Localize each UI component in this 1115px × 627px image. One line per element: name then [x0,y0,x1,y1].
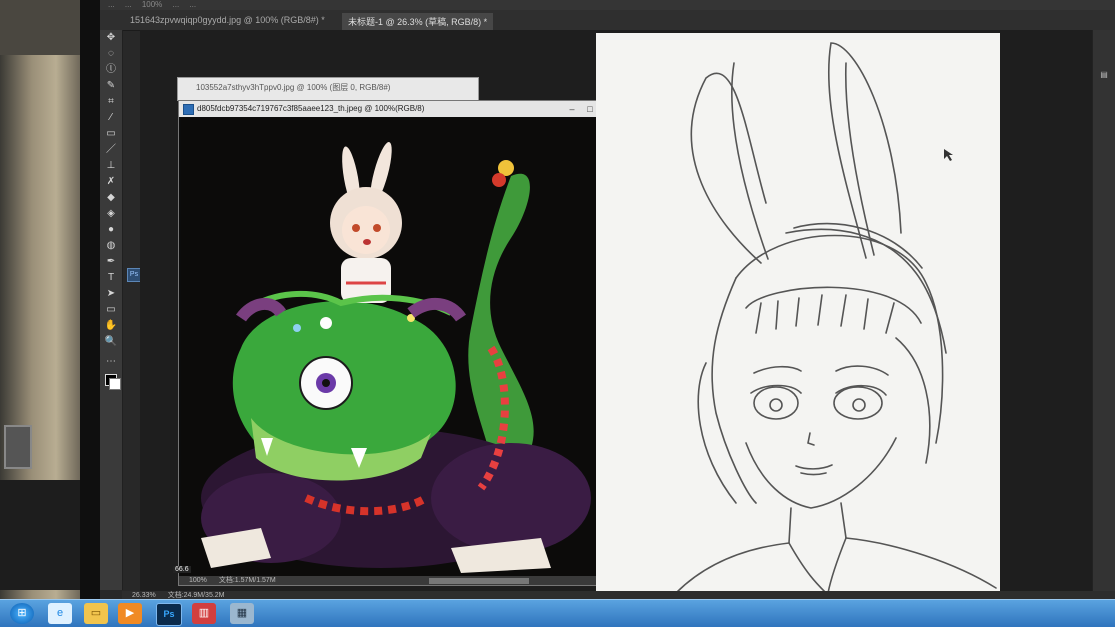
option-item[interactable]: ... [108,0,115,9]
minimize-icon[interactable]: – [565,101,579,117]
desk-top [0,0,80,55]
option-item[interactable]: ... [125,0,132,9]
shape-tool-icon[interactable]: ▭ [100,302,122,318]
crop-tool-icon[interactable]: ⌗ [100,94,122,110]
monitor-bezel [80,0,102,627]
desk-left [0,0,80,627]
start-button-icon[interactable]: ⊞ [10,603,34,624]
windows-taskbar: ⊞ e ▭ ▶ Ps ▥ ▦ [0,599,1115,627]
pen-tool-icon[interactable]: ✒ [100,254,122,270]
window-title: d805fdcb97354c719767c3f85aaee123_th.jpeg… [197,104,425,113]
desk-dark [0,480,80,590]
reference-image-window[interactable]: d805fdcb97354c719767c3f85aaee123_th.jpeg… [173,100,628,586]
app-icon[interactable]: ▥ [192,603,216,624]
back-window-title: 103552a7sthyv3hTppv0.jpg @ 100% (图层 0, R… [196,83,391,92]
type-tool-icon[interactable]: T [100,270,122,286]
pencil-sketch-bunny-girl [596,33,1000,593]
healing-tool-icon[interactable]: ▭ [100,126,122,142]
reference-artwork [181,118,605,576]
background-color-swatch[interactable] [109,378,121,390]
desk-port [4,425,32,469]
eraser-tool-icon[interactable]: ◆ [100,190,122,206]
window-zoom-value[interactable]: 100% [189,577,207,584]
ps-panel-icon[interactable]: Ps [127,268,141,282]
quick-select-tool-icon[interactable]: ✎ [100,78,122,94]
blur-tool-icon[interactable]: ● [100,222,122,238]
options-bar: ... ... 100% ... ... [100,0,1115,10]
media-player-icon[interactable]: ▶ [118,603,142,624]
photoshop-screen: ... ... 100% ... ... 151643zpvwqiqp0gyyd… [100,0,1115,627]
sketch-canvas[interactable] [596,33,1000,593]
history-brush-icon[interactable]: ✗ [100,174,122,190]
side-zoom-label: 66.6 [173,566,191,573]
file-explorer-icon[interactable]: ▭ [84,603,108,624]
internet-explorer-icon[interactable]: e [48,603,72,624]
marquee-tool-icon[interactable]: ◌ [100,46,122,62]
lasso-tool-icon[interactable]: ⓛ [100,62,122,78]
path-select-tool-icon[interactable]: ➤ [100,286,122,302]
dodge-tool-icon[interactable]: ◍ [100,238,122,254]
panel-icon[interactable]: ▤ [1093,70,1115,79]
option-item[interactable]: ... [173,0,180,9]
eyedropper-tool-icon[interactable]: ⁄ [100,110,122,126]
hand-tool-icon[interactable]: ✋ [100,318,122,334]
document-tabs: 151643zpvwqiqp0gyydd.jpg @ 100% (RGB/8#)… [100,10,1115,33]
more-tools-icon[interactable]: ⋯ [100,354,122,370]
background-document-window[interactable]: 103552a7sthyv3hTppv0.jpg @ 100% (图层 0, R… [177,77,479,101]
workspace: 103552a7sthyv3hTppv0.jpg @ 100% (图层 0, R… [140,30,1115,593]
horizontal-scrollbar[interactable] [429,578,529,584]
right-panel-dock[interactable]: ▤ [1092,30,1115,591]
tools-panel: ✥ ◌ ⓛ ✎ ⌗ ⁄ ▭ ／ ⊥ ✗ ◆ ◈ ● ◍ ✒ T ➤ ▭ ✋ 🔍 … [100,30,123,590]
zoom-tool-icon[interactable]: 🔍 [100,334,122,350]
brush-tool-icon[interactable]: ／ [100,142,122,158]
ps-document-icon [183,104,194,115]
chibi-girl-and-dragon-illustration [181,118,605,576]
status-zoom[interactable]: 26.33% [132,592,156,599]
window-doc-size: 文档:1.57M/1.57M [218,577,276,584]
photoshop-taskbar-icon[interactable]: Ps [156,603,182,626]
window-statusbar: 100% 文档:1.57M/1.57M [179,576,627,585]
gradient-tool-icon[interactable]: ◈ [100,206,122,222]
clone-tool-icon[interactable]: ⊥ [100,158,122,174]
window-titlebar[interactable]: d805fdcb97354c719767c3f85aaee123_th.jpeg… [179,101,627,117]
move-tool-icon[interactable]: ✥ [100,30,122,46]
option-item[interactable]: 100% [142,0,162,9]
status-doc-size: 文档:24.9M/35.2M [167,592,225,599]
app-icon[interactable]: ▦ [230,603,254,624]
maximize-icon[interactable]: □ [583,101,597,117]
option-item[interactable]: ... [189,0,196,9]
